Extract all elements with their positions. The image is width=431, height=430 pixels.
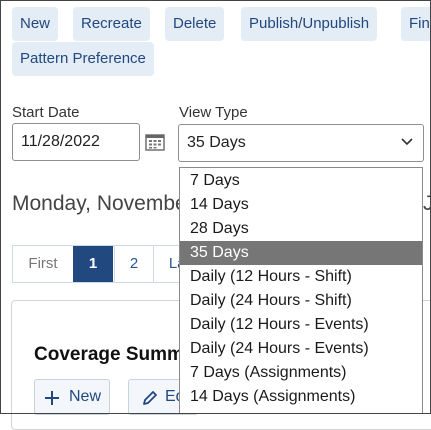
- view-type-option[interactable]: 14 Days: [180, 193, 422, 217]
- view-type-dropdown: 7 Days 14 Days 28 Days 35 Days Daily (12…: [179, 167, 423, 414]
- pager-page-2[interactable]: 2: [114, 246, 154, 282]
- publish-unpublish-button[interactable]: Publish/Unpublish: [241, 7, 378, 41]
- pattern-preference-button[interactable]: Pattern Preference: [12, 42, 154, 76]
- coverage-new-button[interactable]: New: [34, 379, 110, 415]
- view-type-option[interactable]: 14 Days (Assignments): [180, 385, 422, 409]
- pencil-icon: [143, 391, 157, 405]
- view-type-select[interactable]: 35 Days: [178, 124, 424, 162]
- coverage-new-label: New: [69, 388, 102, 405]
- view-type-option[interactable]: Daily (24 Hours - Events): [180, 337, 422, 361]
- pager: First 1 2 Last: [12, 245, 197, 283]
- date-heading-tail: J: [423, 192, 431, 215]
- date-heading: Monday, November 28, 2022: [12, 192, 182, 215]
- pager-page-1[interactable]: 1: [73, 246, 113, 282]
- find-button[interactable]: Fin: [401, 7, 431, 41]
- calendar-icon[interactable]: [145, 133, 165, 151]
- new-button[interactable]: New: [12, 7, 59, 41]
- view-type-value: 35 Days: [187, 134, 246, 151]
- view-type-option-selected[interactable]: 35 Days: [180, 241, 422, 265]
- recreate-button[interactable]: Recreate: [73, 7, 150, 41]
- pager-first[interactable]: First: [13, 246, 73, 282]
- chevron-down-icon: [401, 138, 413, 146]
- view-type-option[interactable]: 28 Days: [180, 217, 422, 241]
- start-date-input[interactable]: 11/28/2022: [12, 123, 140, 161]
- view-type-option[interactable]: Daily (24 Hours - Shift): [180, 289, 422, 313]
- start-date-label: Start Date: [12, 104, 80, 121]
- coverage-summary-title: Coverage Summary: [34, 344, 184, 365]
- delete-button[interactable]: Delete: [165, 7, 225, 41]
- view-type-option[interactable]: 7 Days: [180, 169, 422, 193]
- view-type-label: View Type: [179, 104, 248, 121]
- view-type-option[interactable]: Daily (12 Hours - Shift): [180, 265, 422, 289]
- plus-icon: [45, 391, 59, 405]
- view-type-option[interactable]: Daily (12 Hours - Events): [180, 313, 422, 337]
- view-type-option[interactable]: 7 Days (Assignments): [180, 361, 422, 385]
